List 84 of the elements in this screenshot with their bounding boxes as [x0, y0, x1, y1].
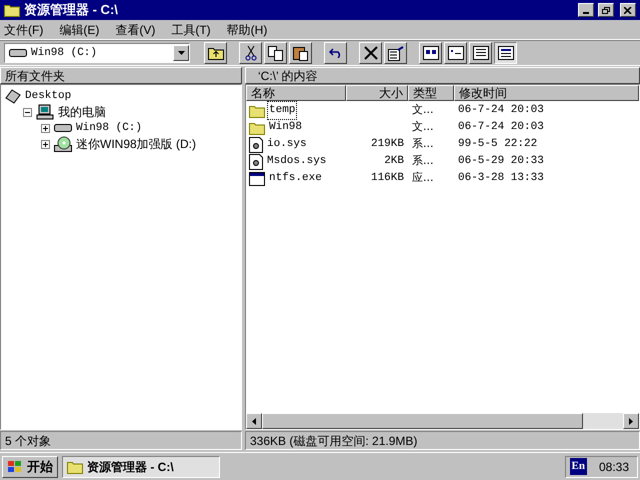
list-view-icon: [472, 46, 488, 60]
file-type: 系...: [412, 154, 434, 167]
window-icon: [249, 172, 265, 186]
scroll-right-button[interactable]: [623, 413, 639, 429]
expand-icon[interactable]: [41, 140, 50, 148]
menu-item[interactable]: 工具(T): [171, 20, 211, 38]
details-view-icon: [498, 46, 514, 60]
minimize-button[interactable]: [578, 3, 594, 17]
small-view-icon: [448, 46, 464, 60]
drive-icon: [54, 123, 72, 133]
modified-time: 99-5-5 22:22: [458, 138, 538, 150]
collapse-icon[interactable]: [23, 108, 32, 116]
start-button[interactable]: 开始: [2, 456, 58, 478]
window-title: 资源管理器 - C:\: [24, 1, 118, 20]
modified-time: 06-7-24 20:03: [458, 104, 544, 116]
status-count: 5 个对象: [0, 431, 242, 450]
delete-button[interactable]: [359, 42, 382, 64]
scroll-left-button[interactable]: [246, 413, 262, 429]
file-size: 116KB: [370, 172, 404, 184]
scroll-thumb[interactable]: [262, 413, 583, 429]
file-name[interactable]: io.sys: [265, 135, 309, 154]
close-button[interactable]: [620, 3, 636, 17]
view-button[interactable]: [494, 42, 517, 64]
horizontal-scrollbar[interactable]: [246, 413, 639, 429]
tree-item[interactable]: Win98 (C:): [76, 120, 142, 136]
language-indicator[interactable]: En: [570, 458, 587, 475]
menu-item[interactable]: 文件(F): [4, 20, 44, 38]
file-size: 2KB: [384, 155, 404, 168]
drive-icon: [9, 48, 27, 58]
restore-icon: [602, 6, 610, 14]
file-type: 文...: [412, 102, 434, 116]
clipboard-icon: [292, 46, 308, 60]
column-header[interactable]: 修改时间: [454, 85, 639, 101]
copy-button[interactable]: [264, 42, 287, 64]
column-header[interactable]: 名称: [246, 85, 346, 101]
address-dropdown[interactable]: Win98 (C:): [4, 43, 190, 63]
tree-item[interactable]: 迷你WIN98加强版 (D:): [76, 135, 196, 153]
windows-logo-icon: [7, 460, 23, 474]
modified-time: 06-5-29 20:33: [458, 155, 544, 168]
taskbar-button[interactable]: 资源管理器 - C:\: [62, 456, 220, 478]
up-folder-button[interactable]: [204, 42, 227, 64]
undo-arrow-icon: [328, 48, 342, 58]
status-size: 336KB (磁盘可用空间: 21.9MB): [245, 431, 640, 450]
cut-button[interactable]: [239, 42, 262, 64]
up-folder-icon: [208, 46, 224, 60]
folder-icon: [67, 460, 83, 474]
file-type: 系...: [412, 136, 434, 150]
menu-item[interactable]: 编辑(E): [59, 20, 100, 38]
scissors-icon: [244, 45, 256, 61]
computer-icon: [36, 104, 54, 120]
file-type: 文...: [412, 120, 434, 133]
cd-drive-icon: [54, 136, 72, 152]
file-name[interactable]: Msdos.sys: [265, 152, 328, 171]
expand-icon[interactable]: [41, 124, 50, 132]
right-arrow-icon: [629, 418, 633, 424]
column-header[interactable]: 类型: [408, 85, 454, 101]
file-name[interactable]: temp: [267, 101, 298, 120]
large-view-icon: [422, 46, 438, 60]
copy-icon: [268, 46, 284, 60]
column-header[interactable]: 大小: [346, 85, 408, 101]
properties-icon: [388, 46, 404, 60]
file-size: 219KB: [370, 138, 404, 150]
menu-item[interactable]: 帮助(H): [226, 20, 268, 38]
clock: 08:33: [598, 458, 630, 476]
close-icon: [624, 6, 632, 14]
file-type: 应...: [412, 170, 434, 184]
menu-item[interactable]: 查看(V): [115, 20, 156, 38]
properties-button[interactable]: [384, 42, 407, 64]
pane-header: 所有文件夹: [0, 67, 242, 84]
folder-icon: [249, 120, 265, 134]
file-name[interactable]: ntfs.exe: [267, 169, 324, 188]
paste-button[interactable]: [289, 42, 312, 64]
left-arrow-icon: [252, 418, 256, 424]
tree-item[interactable]: 我的电脑: [58, 103, 106, 121]
delete-icon: [364, 46, 378, 60]
file-name[interactable]: Win98: [267, 118, 304, 137]
modified-time: 06-3-28 13:33: [458, 172, 544, 184]
folder-icon: [4, 3, 20, 17]
restore-button[interactable]: [598, 3, 614, 17]
tree-item[interactable]: Desktop: [25, 88, 72, 104]
undo-button[interactable]: [324, 42, 347, 64]
pane-header: ‘C:\’ 的内容: [245, 67, 640, 84]
folder-icon: [249, 104, 265, 118]
modified-time: 06-7-24 20:03: [458, 121, 544, 134]
